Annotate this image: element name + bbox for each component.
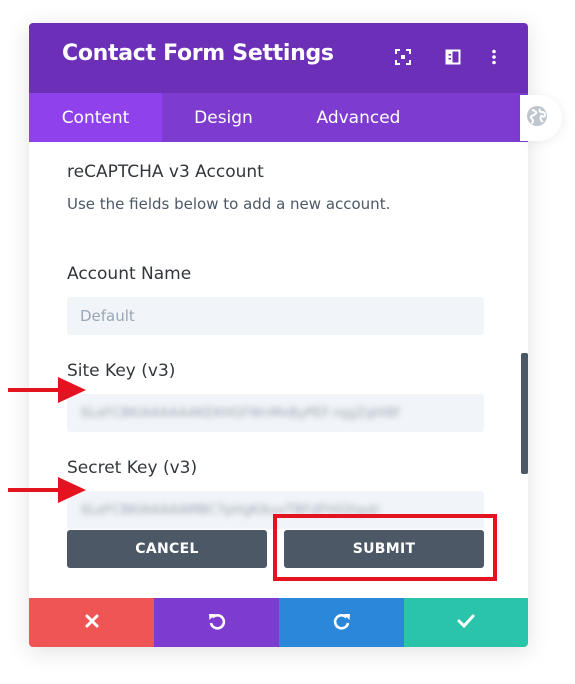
modal-header: Contact Form Settings [29, 23, 528, 93]
cancel-button[interactable]: CANCEL [67, 530, 267, 568]
more-options-icon[interactable] [483, 46, 505, 68]
annotation-arrow-site-key [8, 377, 86, 403]
scrollbar[interactable] [521, 353, 528, 474]
section-description: Use the fields below to add a new accoun… [67, 195, 391, 213]
modal-title: Contact Form Settings [62, 41, 334, 66]
undo-button[interactable] [154, 598, 279, 647]
site-key-input[interactable] [67, 394, 484, 432]
globe-icon [526, 105, 548, 131]
tab-content[interactable]: Content [29, 93, 162, 142]
secret-key-input[interactable] [67, 491, 484, 529]
close-icon [85, 613, 99, 632]
undo-icon [207, 611, 227, 635]
tab-bar: Content Design Advanced [29, 93, 528, 142]
tab-design[interactable]: Design [162, 93, 285, 142]
submit-button[interactable]: SUBMIT [284, 530, 484, 568]
account-name-input[interactable] [67, 297, 484, 335]
settings-content: reCAPTCHA v3 Account Use the fields belo… [29, 142, 528, 598]
globe-tab[interactable] [520, 95, 562, 141]
annotation-arrow-secret-key [8, 477, 86, 503]
split-view-icon[interactable] [442, 46, 464, 68]
check-icon [457, 613, 475, 632]
section-title: reCAPTCHA v3 Account [67, 162, 264, 182]
redo-button[interactable] [279, 598, 404, 647]
redo-icon [332, 611, 352, 635]
modal-footer [29, 598, 528, 647]
account-name-label: Account Name [67, 264, 192, 284]
settings-modal: Contact Form Settings Content Design Adv… [29, 23, 528, 647]
save-button[interactable] [404, 598, 528, 647]
tab-advanced[interactable]: Advanced [285, 93, 432, 142]
discard-button[interactable] [29, 598, 154, 647]
fullscreen-icon[interactable] [392, 46, 414, 68]
